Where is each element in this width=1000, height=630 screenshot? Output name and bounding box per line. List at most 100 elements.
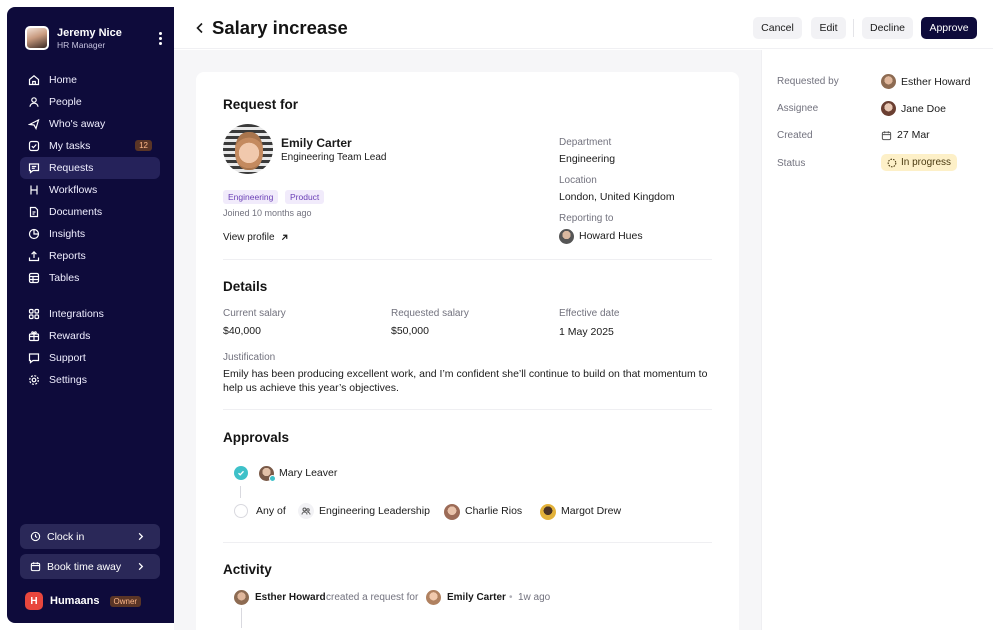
approver-name[interactable]: Mary Leaver: [279, 467, 337, 479]
chat-icon: [28, 163, 40, 174]
assignee-avatar: [881, 101, 896, 116]
calendar-icon: [881, 130, 892, 140]
home-icon: [28, 75, 40, 86]
reporting-to-value[interactable]: Howard Hues: [579, 230, 643, 242]
section-title-details: Details: [223, 279, 268, 294]
back-icon[interactable]: [194, 21, 206, 35]
location-label: Location: [559, 175, 597, 186]
group-icon: [298, 503, 314, 519]
request-meta-panel: Requested by Esther Howard Assignee Jane…: [761, 50, 993, 630]
activity-separator: •: [509, 592, 513, 603]
employee-avatar[interactable]: [223, 124, 273, 174]
employee-name[interactable]: Emily Carter: [281, 136, 352, 150]
sidebar-nav: Home People Who's away My tasks 12 Reque…: [20, 69, 160, 391]
sidebar-item-label: Tables: [49, 272, 80, 284]
tag-engineering[interactable]: Engineering: [223, 190, 279, 204]
sidebar-item-home[interactable]: Home: [20, 69, 160, 91]
approve-button[interactable]: Approve: [921, 17, 977, 39]
pending-check-icon: [234, 504, 248, 518]
gear-icon: [29, 375, 39, 385]
current-salary-value: $40,000: [223, 325, 261, 337]
justification-text: Emily has been producing excellent work,…: [223, 368, 708, 394]
workspace-brand[interactable]: H Humaans Owner: [25, 592, 142, 610]
sidebar-item-documents[interactable]: Documents: [20, 201, 160, 223]
sidebar-item-label: Home: [49, 74, 78, 86]
decline-button[interactable]: Decline: [862, 17, 913, 39]
manager-avatar: [559, 229, 574, 244]
user-avatar: [25, 26, 49, 50]
header-divider: [853, 19, 854, 37]
sidebar-item-label: Settings: [49, 374, 87, 386]
created-label: Created: [777, 130, 813, 141]
book-time-away-button[interactable]: Book time away: [20, 554, 160, 579]
requested-by-label: Requested by: [777, 76, 839, 87]
page-header: Salary increase Cancel Edit Decline Appr…: [174, 7, 993, 49]
approver-avatar: [444, 504, 460, 520]
calendar-icon: [30, 562, 41, 572]
joined-date: Joined 10 months ago: [223, 208, 312, 218]
sidebar-item-label: Reports: [49, 250, 86, 262]
user-name: Jeremy Nice: [57, 26, 122, 39]
workflow-icon: [30, 185, 38, 195]
activity-action: created a request for: [326, 592, 419, 603]
help-icon: [28, 353, 40, 364]
assignee-name: Jane Doe: [901, 102, 946, 115]
sidebar-item-insights[interactable]: Insights: [20, 223, 160, 245]
sidebar-item-my-tasks[interactable]: My tasks 12: [20, 135, 160, 157]
status-badge[interactable]: In progress: [881, 154, 958, 171]
tag-product[interactable]: Product: [285, 190, 325, 204]
status-text: In progress: [901, 157, 952, 168]
sidebar-item-tables[interactable]: Tables: [20, 267, 160, 289]
activity-connector: [241, 608, 242, 628]
assignee-label: Assignee: [777, 103, 819, 114]
created-value: 27 Mar: [881, 129, 930, 141]
sidebar-item-settings[interactable]: Settings: [20, 369, 160, 391]
sidebar-item-integrations[interactable]: Integrations: [20, 303, 160, 325]
activity-actor[interactable]: Esther Howard: [255, 592, 326, 603]
status-value[interactable]: In progress: [881, 154, 958, 171]
requested-by-value[interactable]: Esther Howard: [881, 74, 970, 89]
sidebar-item-reports[interactable]: Reports: [20, 245, 160, 267]
activity-target[interactable]: Emily Carter: [447, 592, 506, 603]
sidebar-item-label: My tasks: [49, 140, 91, 152]
assignee-value[interactable]: Jane Doe: [881, 101, 946, 116]
requested-by-name: Esther Howard: [901, 75, 971, 88]
user-profile[interactable]: Jeremy Nice HR Manager: [25, 23, 165, 53]
clock-in-button[interactable]: Clock in: [20, 524, 160, 549]
sidebar-item-label: Support: [49, 352, 86, 364]
divider: [223, 259, 712, 260]
progress-icon: [887, 158, 897, 167]
sidebar-item-support[interactable]: Support: [20, 347, 160, 369]
view-profile-link[interactable]: View profile: [223, 232, 289, 243]
edit-button[interactable]: Edit: [811, 17, 846, 39]
approver-group-name[interactable]: Engineering Leadership: [319, 505, 430, 517]
person-icon: [29, 97, 39, 107]
sidebar-item-whos-away[interactable]: Who's away: [20, 113, 160, 135]
chevron-right-icon: [138, 562, 144, 571]
approver-name[interactable]: Margot Drew: [561, 505, 621, 517]
chart-icon: [28, 228, 40, 240]
section-title-approvals: Approvals: [223, 430, 290, 445]
current-salary-label: Current salary: [223, 308, 286, 319]
sidebar-item-workflows[interactable]: Workflows: [20, 179, 160, 201]
user-role: HR Manager: [57, 39, 106, 50]
nav-gap: [20, 289, 160, 303]
upload-icon: [28, 250, 40, 262]
effective-date-label: Effective date: [559, 308, 620, 319]
activity-time: 1w ago: [518, 592, 551, 603]
approver-name[interactable]: Charlie Rios: [465, 505, 522, 517]
section-title-activity: Activity: [223, 562, 272, 577]
view-profile-label: View profile: [223, 232, 275, 243]
location-value: London, United Kingdom: [559, 191, 675, 203]
cancel-button[interactable]: Cancel: [753, 17, 802, 39]
more-options-icon[interactable]: [155, 29, 165, 47]
grid-icon: [28, 308, 40, 320]
sidebar-item-people[interactable]: People: [20, 91, 160, 113]
owner-badge: Owner: [109, 595, 142, 607]
plane-icon: [28, 118, 40, 130]
activity-actor-avatar: [234, 590, 249, 605]
clock-icon: [30, 531, 41, 542]
sidebar-item-requests[interactable]: Requests: [20, 157, 160, 179]
sidebar: Jeremy Nice HR Manager Home People Who's…: [7, 7, 174, 623]
sidebar-item-rewards[interactable]: Rewards: [20, 325, 160, 347]
